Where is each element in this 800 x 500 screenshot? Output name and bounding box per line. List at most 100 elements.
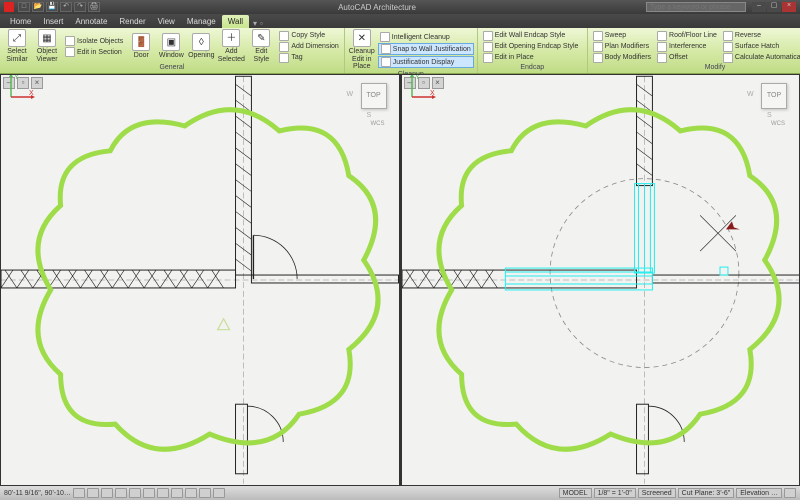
app-title: AutoCAD Architecture bbox=[108, 3, 646, 12]
ducs-toggle-icon[interactable] bbox=[157, 488, 169, 498]
tab-wall[interactable]: Wall bbox=[222, 15, 249, 28]
bodymod-icon bbox=[593, 53, 603, 63]
interference-button[interactable]: Interference bbox=[655, 42, 719, 52]
statusbar-menu-icon[interactable] bbox=[784, 488, 796, 498]
model-space-button[interactable]: MODEL bbox=[559, 488, 592, 498]
cut-plane-dropdown[interactable]: Cut Plane: 3'-6" bbox=[678, 488, 735, 498]
dyn-toggle-icon[interactable] bbox=[171, 488, 183, 498]
help-search-input[interactable] bbox=[646, 2, 746, 12]
qat-print-icon[interactable]: 🖨 bbox=[88, 2, 100, 12]
object-viewer-button[interactable]: ▦Object Viewer bbox=[33, 29, 61, 63]
isolate-objects-button[interactable]: Isolate Objects bbox=[63, 36, 125, 46]
app-icon[interactable] bbox=[4, 2, 14, 12]
qp-toggle-icon[interactable] bbox=[199, 488, 211, 498]
body-modifiers-button[interactable]: Body Modifiers bbox=[591, 53, 653, 63]
copy-icon bbox=[279, 31, 289, 41]
qat-save-icon[interactable]: 💾 bbox=[46, 2, 58, 12]
window-button[interactable]: ▣Window bbox=[157, 33, 185, 60]
intelligent-icon bbox=[380, 32, 390, 42]
ribbon: ⤢Select Similar ▦Object Viewer Isolate O… bbox=[0, 28, 800, 74]
justification-display-button[interactable]: Justification Display bbox=[378, 56, 474, 68]
sweep-icon bbox=[593, 31, 603, 41]
snap-icon bbox=[381, 44, 391, 54]
offset-button[interactable]: Offset bbox=[655, 53, 719, 63]
snap-toggle-icon[interactable] bbox=[73, 488, 85, 498]
dimension-icon bbox=[279, 42, 289, 52]
tab-annotate[interactable]: Annotate bbox=[69, 15, 113, 28]
otrack-toggle-icon[interactable] bbox=[143, 488, 155, 498]
roof-icon bbox=[657, 31, 667, 41]
tab-extras: ▾ ▫ bbox=[253, 19, 263, 28]
maximize-button[interactable]: ▢ bbox=[767, 2, 781, 12]
panel-general: ⤢Select Similar ▦Object Viewer Isolate O… bbox=[0, 28, 345, 73]
viewport-left[interactable]: – ▫ × TOP W S WCS bbox=[0, 74, 400, 486]
tab-render[interactable]: Render bbox=[113, 15, 151, 28]
qat-new-icon[interactable]: □ bbox=[18, 2, 30, 12]
calc-auto-button[interactable]: Calculate Automatically bbox=[721, 53, 800, 63]
edit-opening-endcap-button[interactable]: Edit Opening Endcap Style bbox=[481, 42, 581, 52]
cleanup-edit-button[interactable]: ✕Cleanup Edit in Place bbox=[348, 29, 376, 71]
tab-home[interactable]: Home bbox=[4, 15, 37, 28]
tab-menu-icon[interactable]: ▾ bbox=[253, 19, 257, 28]
add-dimension-button[interactable]: Add Dimension bbox=[277, 42, 340, 52]
inplace-icon bbox=[483, 53, 493, 63]
ucs-icon-left: YX bbox=[7, 74, 400, 479]
panel-modify: Sweep Plan Modifiers Body Modifiers Roof… bbox=[588, 28, 800, 73]
section-icon bbox=[65, 47, 75, 57]
add-selected-button[interactable]: ＋Add Selected bbox=[217, 29, 245, 63]
endcap-edit-in-place-button[interactable]: Edit in Place bbox=[481, 53, 581, 63]
tag-icon bbox=[279, 53, 289, 63]
intelligent-cleanup-button[interactable]: Intelligent Cleanup bbox=[378, 32, 474, 42]
add-icon: ＋ bbox=[222, 29, 240, 47]
elevation-dropdown[interactable]: Elevation … bbox=[736, 488, 782, 498]
reverse-button[interactable]: Reverse bbox=[721, 31, 800, 41]
copy-style-button[interactable]: Copy Style bbox=[277, 31, 340, 41]
lwt-toggle-icon[interactable] bbox=[185, 488, 197, 498]
plan-modifiers-button[interactable]: Plan Modifiers bbox=[591, 42, 653, 52]
edit-in-section-button[interactable]: Edit in Section bbox=[63, 47, 125, 57]
scale-dropdown[interactable]: 1/8" = 1'-0" bbox=[594, 488, 636, 498]
tab-manage[interactable]: Manage bbox=[181, 15, 222, 28]
tab-insert[interactable]: Insert bbox=[37, 15, 69, 28]
door-icon: 🚪 bbox=[132, 33, 150, 51]
osnap-toggle-icon[interactable] bbox=[129, 488, 141, 498]
interference-icon bbox=[657, 42, 667, 52]
minimize-button[interactable]: – bbox=[752, 2, 766, 12]
model-toggle-icon[interactable] bbox=[213, 488, 225, 498]
qat-open-icon[interactable]: 📂 bbox=[32, 2, 44, 12]
tab-collapse-icon[interactable]: ▫ bbox=[260, 19, 263, 28]
sweep-button[interactable]: Sweep bbox=[591, 31, 653, 41]
cleanup-icon: ✕ bbox=[353, 29, 371, 47]
svg-text:X: X bbox=[29, 90, 34, 97]
polar-toggle-icon[interactable] bbox=[115, 488, 127, 498]
edit-style-button[interactable]: ✎Edit Style bbox=[247, 29, 275, 63]
roofline-button[interactable]: Roof/Floor Line bbox=[655, 31, 719, 41]
window-controls: – ▢ × bbox=[752, 2, 796, 12]
opening-button[interactable]: ◊Opening bbox=[187, 33, 215, 60]
surface-hatch-button[interactable]: Surface Hatch bbox=[721, 42, 800, 52]
close-button[interactable]: × bbox=[782, 2, 796, 12]
door-button[interactable]: 🚪Door bbox=[127, 33, 155, 60]
titlebar: □ 📂 💾 ↶ ↷ 🖨 AutoCAD Architecture – ▢ × bbox=[0, 0, 800, 14]
ucs-icon-right: YX bbox=[408, 74, 800, 479]
qat-redo-icon[interactable]: ↷ bbox=[74, 2, 86, 12]
edit-wall-endcap-button[interactable]: Edit Wall Endcap Style bbox=[481, 31, 581, 41]
select-similar-button[interactable]: ⤢Select Similar bbox=[3, 29, 31, 63]
reverse-icon bbox=[723, 31, 733, 41]
viewport-right[interactable]: – ▫ × TOP W S WCS bbox=[400, 74, 800, 486]
window-icon: ▣ bbox=[162, 33, 180, 51]
isolate-icon bbox=[65, 36, 75, 46]
svg-text:Y: Y bbox=[415, 74, 420, 81]
grid-toggle-icon[interactable] bbox=[87, 488, 99, 498]
ortho-toggle-icon[interactable] bbox=[101, 488, 113, 498]
tag-button[interactable]: Tag bbox=[277, 53, 340, 63]
panel-cleanup: ✕Cleanup Edit in Place Intelligent Clean… bbox=[345, 28, 478, 73]
snap-wall-justification-button[interactable]: Snap to Wall Justification bbox=[378, 43, 474, 55]
style-icon: ✎ bbox=[252, 29, 270, 47]
tab-view[interactable]: View bbox=[152, 15, 181, 28]
svg-text:X: X bbox=[430, 90, 435, 97]
display-config-dropdown[interactable]: Screened bbox=[638, 488, 676, 498]
opening-icon: ◊ bbox=[192, 33, 210, 51]
qat-undo-icon[interactable]: ↶ bbox=[60, 2, 72, 12]
cube-icon: ▦ bbox=[38, 29, 56, 47]
